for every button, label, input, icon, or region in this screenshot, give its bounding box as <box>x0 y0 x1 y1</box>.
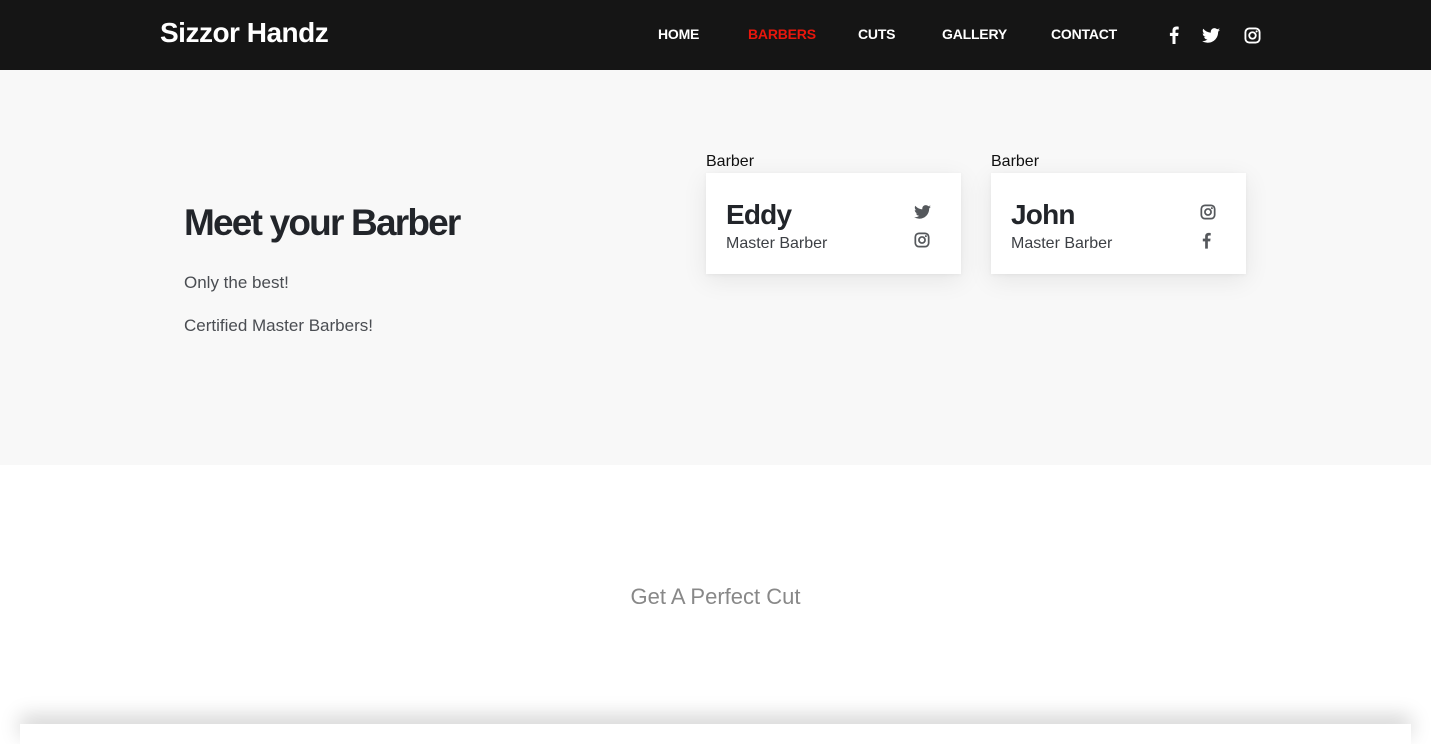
barber-role: Master Barber <box>1011 234 1112 254</box>
brand-logo[interactable]: Sizzor Handz <box>160 15 328 51</box>
instagram-icon[interactable] <box>1199 203 1217 221</box>
hero-subtext: Certified Master Barbers! <box>184 315 373 337</box>
cta-heading: Get A Perfect Cut <box>0 583 1431 611</box>
page-title: Meet your Barber <box>184 200 460 246</box>
nav-gallery-link[interactable]: GALLERY <box>942 26 1007 42</box>
hero-tagline: Only the best! <box>184 272 289 294</box>
section-divider <box>20 724 1411 744</box>
facebook-icon[interactable] <box>1164 25 1184 45</box>
barber-caption: Barber <box>991 152 1039 172</box>
barber-name: Eddy <box>726 198 791 232</box>
nav-home-link[interactable]: HOME <box>658 26 699 42</box>
twitter-icon[interactable] <box>913 203 931 221</box>
barber-card-john[interactable]: John Master Barber <box>991 173 1246 274</box>
nav-barbers-link[interactable]: BARBERS <box>748 26 816 42</box>
nav-cuts-link[interactable]: CUTS <box>858 26 895 42</box>
barber-card-eddy[interactable]: Eddy Master Barber <box>706 173 961 274</box>
instagram-icon[interactable] <box>913 231 931 249</box>
barber-role: Master Barber <box>726 234 827 254</box>
twitter-icon[interactable] <box>1201 25 1221 45</box>
barber-name: John <box>1011 198 1075 232</box>
instagram-icon[interactable] <box>1242 25 1262 45</box>
nav-contact-link[interactable]: CONTACT <box>1051 26 1117 42</box>
facebook-icon[interactable] <box>1197 231 1215 249</box>
top-navbar: Sizzor Handz HOME BARBERS CUTS GALLERY C… <box>0 0 1431 70</box>
barber-caption: Barber <box>706 152 754 172</box>
